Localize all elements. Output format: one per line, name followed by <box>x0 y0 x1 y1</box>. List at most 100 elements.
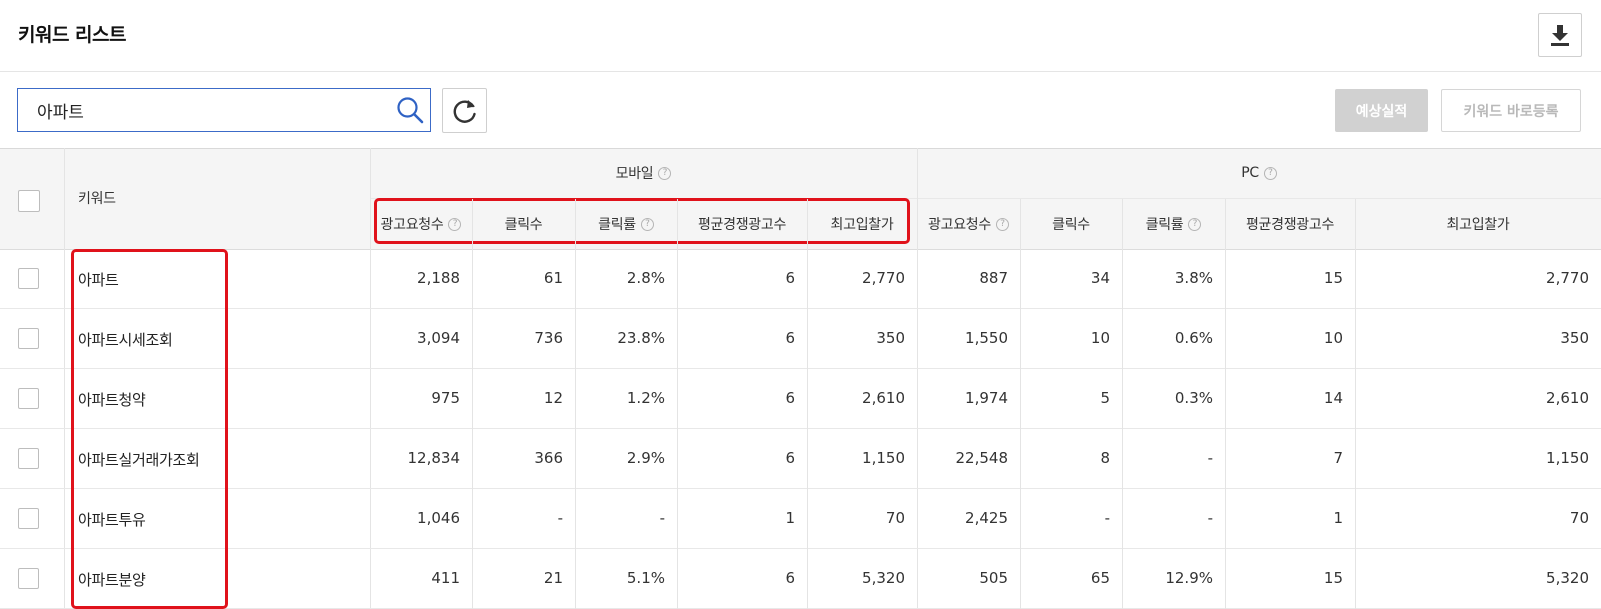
mobile-ctr-cell: 2.9% <box>626 449 665 467</box>
mobile-ctr-cell: 1.2% <box>626 389 665 407</box>
mobile-avg-competitors-cell: 6 <box>785 389 795 407</box>
help-icon[interactable]: ? <box>448 217 462 231</box>
mobile-impressions-cell: 975 <box>431 389 460 407</box>
refresh-icon <box>453 99 476 123</box>
pc-max-bid-cell: 70 <box>1569 509 1589 527</box>
mobile-max-bid-cell: 2,610 <box>862 389 905 407</box>
search-field[interactable] <box>17 88 431 132</box>
refresh-button[interactable] <box>442 88 487 133</box>
pc-avg-competitors-cell: 10 <box>1323 329 1343 347</box>
mobile-clicks-label: 클릭수 <box>504 217 543 233</box>
mobile-avg-competitors-cell: 6 <box>785 269 795 287</box>
mobile-avg-competitors-cell: 6 <box>785 569 795 587</box>
pc-clicks-cell: 10 <box>1090 329 1110 347</box>
search-icon[interactable] <box>396 96 424 124</box>
mobile-avg-competitors-cell: 1 <box>785 509 795 527</box>
pc-clicks-cell: - <box>1104 509 1110 527</box>
mobile-impressions-cell: 12,834 <box>407 449 461 467</box>
pc-max-bid-cell: 5,320 <box>1546 569 1589 587</box>
pc-clicks-cell: 5 <box>1100 389 1110 407</box>
mobile-avg-competitors-label: 평균경쟁광고수 <box>697 217 787 233</box>
mobile-group-header: 모바일 ? <box>370 148 917 198</box>
row-checkbox[interactable] <box>18 268 39 289</box>
pc-impressions-cell: 22,548 <box>955 449 1009 467</box>
pc-group-label: PC <box>1241 165 1259 181</box>
help-icon[interactable]: ? <box>995 217 1009 231</box>
keyword-cell[interactable]: 아파트분양 <box>78 569 146 590</box>
mobile-max-bid-cell: 350 <box>876 329 905 347</box>
mobile-max-bid-cell: 1,150 <box>862 449 905 467</box>
pc-impressions-header: 광고요청수? <box>917 199 1020 249</box>
keyword-cell[interactable]: 아파트투유 <box>78 509 146 530</box>
pc-clicks-cell: 34 <box>1090 269 1110 287</box>
keyword-register-button[interactable]: 키워드 바로등록 <box>1441 89 1581 132</box>
help-icon[interactable]: ? <box>1188 217 1202 231</box>
mobile-group-label: 모바일 <box>615 166 654 182</box>
column-divider <box>1122 199 1123 609</box>
pc-group-header: PC ? <box>917 148 1601 198</box>
mobile-ctr-label: 클릭률 <box>598 217 636 233</box>
mobile-impressions-cell: 411 <box>431 569 460 587</box>
mobile-clicks-cell: - <box>557 509 563 527</box>
pc-ctr-cell: 0.3% <box>1174 389 1213 407</box>
mobile-ctr-cell: 5.1% <box>626 569 665 587</box>
forecast-button[interactable]: 예상실적 <box>1335 89 1428 132</box>
search-input[interactable] <box>18 89 378 131</box>
pc-impressions-label: 광고요청수 <box>928 217 991 233</box>
pc-impressions-cell: 505 <box>979 569 1008 587</box>
mobile-impressions-cell: 2,188 <box>417 269 460 287</box>
pc-ctr-label: 클릭률 <box>1145 217 1184 233</box>
pc-ctr-cell: - <box>1207 449 1213 467</box>
select-all-checkbox[interactable] <box>18 190 40 212</box>
row-checkbox[interactable] <box>18 448 39 469</box>
pc-avg-competitors-cell: 1 <box>1333 509 1343 527</box>
table-row[interactable]: 아파트투유 1,046 - - 1 70 2,425 - - 1 70 <box>0 489 1601 549</box>
row-checkbox[interactable] <box>18 568 39 589</box>
pc-clicks-cell: 65 <box>1090 569 1110 587</box>
mobile-clicks-cell: 21 <box>543 569 563 587</box>
download-icon <box>1551 25 1569 46</box>
keyword-cell[interactable]: 아파트 <box>78 269 119 290</box>
keyword-cell[interactable]: 아파트시세조회 <box>78 329 173 350</box>
table-row[interactable]: 아파트분양 411 21 5.1% 6 5,320 505 65 12.9% 15 5,320 <box>0 549 1601 609</box>
pc-max-bid-label: 최고입찰가 <box>1446 217 1510 233</box>
mobile-clicks-cell: 366 <box>534 449 563 467</box>
table-row[interactable]: 아파트시세조회 3,094 736 23.8% 6 350 1,550 10 0.6% 10 350 <box>0 309 1601 369</box>
pc-ctr-cell: 0.6% <box>1174 329 1213 347</box>
mobile-avg-competitors-cell: 6 <box>785 449 795 467</box>
table-row[interactable]: 아파트 2,188 61 2.8% 6 2,770 887 34 3.8% 15 2,770 <box>0 249 1601 309</box>
download-button[interactable] <box>1538 13 1582 57</box>
row-checkbox[interactable] <box>18 328 39 349</box>
row-checkbox[interactable] <box>18 508 39 529</box>
column-divider <box>575 199 576 609</box>
pc-avg-competitors-cell: 15 <box>1323 269 1343 287</box>
row-checkbox[interactable] <box>18 388 39 409</box>
help-icon[interactable]: ? <box>1263 166 1277 180</box>
mobile-clicks-cell: 12 <box>543 389 563 407</box>
mobile-ctr-cell: - <box>659 509 665 527</box>
pc-clicks-header: 클릭수 <box>1020 199 1122 249</box>
mobile-clicks-cell: 736 <box>534 329 563 347</box>
pc-impressions-cell: 2,425 <box>965 509 1008 527</box>
page-title: 키워드 리스트 <box>18 24 127 46</box>
column-divider <box>1020 199 1021 609</box>
mobile-max-bid-cell: 70 <box>885 509 905 527</box>
pc-max-bid-cell: 2,610 <box>1546 389 1589 407</box>
keyword-cell[interactable]: 아파트실거래가조회 <box>78 449 200 470</box>
column-divider <box>1355 199 1356 609</box>
column-divider <box>677 199 678 609</box>
help-icon[interactable]: ? <box>640 217 654 231</box>
pc-clicks-cell: 8 <box>1100 449 1110 467</box>
mobile-max-bid-cell: 2,770 <box>862 269 905 287</box>
mobile-ctr-cell: 2.8% <box>626 269 665 287</box>
pc-avg-competitors-cell: 15 <box>1323 569 1343 587</box>
keyword-cell[interactable]: 아파트청약 <box>78 389 146 410</box>
table-row[interactable]: 아파트청약 975 12 1.2% 6 2,610 1,974 5 0.3% 14 2,610 <box>0 369 1601 429</box>
mobile-avg-competitors-cell: 6 <box>785 329 795 347</box>
mobile-ctr-header: 클릭률? <box>575 199 677 249</box>
help-icon[interactable]: ? <box>658 166 672 180</box>
keyword-column-header: 키워드 <box>78 191 116 207</box>
table-row[interactable]: 아파트실거래가조회 12,834 366 2.9% 6 1,150 22,548 8 - 7 1,1… <box>0 429 1601 489</box>
pc-impressions-cell: 1,550 <box>965 329 1008 347</box>
pc-impressions-cell: 887 <box>979 269 1008 287</box>
